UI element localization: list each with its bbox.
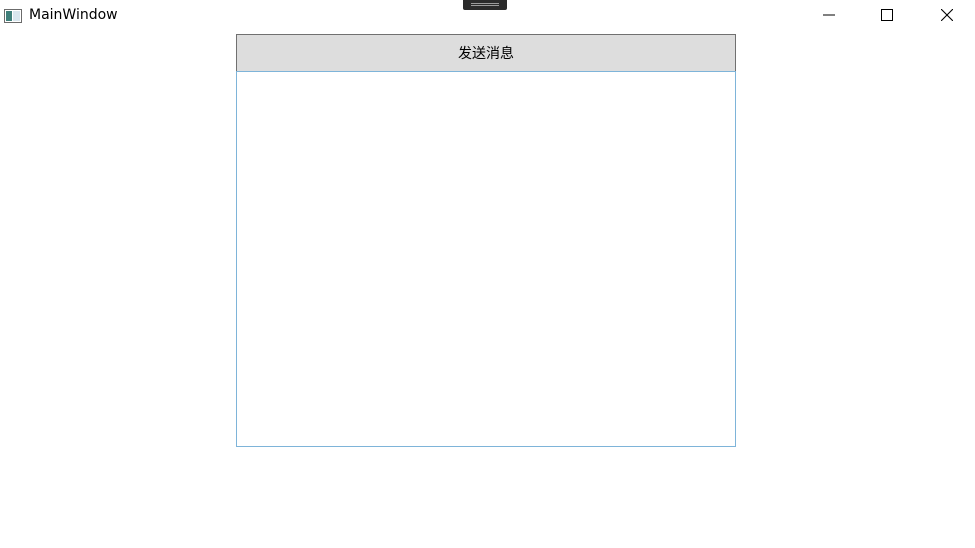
app-window-icon — [4, 8, 22, 23]
send-message-label: 发送消息 — [458, 46, 514, 62]
minimize-icon — [823, 14, 835, 16]
maximize-button[interactable] — [864, 0, 910, 31]
message-textbox[interactable] — [236, 71, 736, 447]
minimize-button[interactable] — [806, 0, 852, 31]
debug-toolbar-grip-icon[interactable] — [463, 0, 507, 10]
window-title: MainWindow — [29, 7, 118, 23]
close-icon — [941, 9, 953, 21]
send-message-button[interactable]: 发送消息 — [236, 34, 736, 72]
title-bar[interactable]: MainWindow — [0, 0, 975, 31]
maximize-icon — [881, 9, 893, 21]
close-button[interactable] — [924, 0, 970, 31]
